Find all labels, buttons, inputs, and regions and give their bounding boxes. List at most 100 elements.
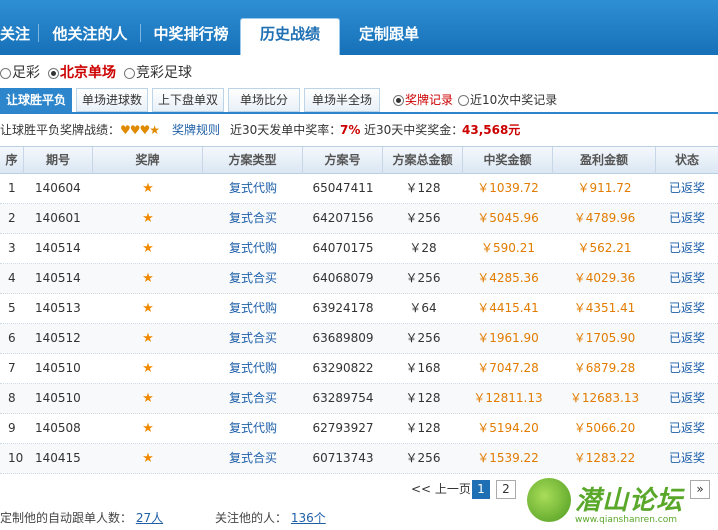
cell-status[interactable]: 已返奖 — [656, 294, 718, 323]
cell-total: ￥256 — [405, 271, 441, 285]
table-row: 4 140514 ★ 复式合买 64068079 ￥256 ￥4285.36 ￥4029.36… — [0, 264, 718, 294]
cell-status[interactable]: 已返奖 — [656, 264, 718, 293]
radio-icon[interactable] — [458, 94, 469, 106]
cell-status[interactable]: 已返奖 — [656, 444, 718, 473]
cell-plan-no[interactable]: 63289754 — [303, 384, 383, 413]
col-index: 序 — [0, 147, 24, 174]
cell-plan-no[interactable]: 60713743 — [303, 444, 383, 473]
cell-plan-type[interactable]: 复式合买 — [203, 204, 303, 233]
cell-profit: ￥1283.22 — [573, 451, 636, 465]
cell-status[interactable]: 已返奖 — [656, 384, 718, 413]
page-button-current[interactable]: 1 — [472, 480, 490, 499]
cell-issue: 140514 — [35, 241, 81, 255]
table-row: 2 140601 ★ 复式合买 64207156 ￥256 ￥5045.96 ￥4789.96… — [0, 204, 718, 234]
tab-ranking[interactable]: 中奖排行榜 — [146, 18, 236, 55]
cell-plan-type[interactable]: 复式代购 — [203, 174, 303, 203]
watermark: 潜山论坛 www.qianshanren.com — [527, 478, 718, 530]
subtab-goals[interactable]: 单场进球数 — [76, 88, 148, 112]
cell-plan-type[interactable]: 复式代购 — [203, 354, 303, 383]
record-option-recent[interactable]: 近10次中奖记录 — [458, 91, 557, 109]
subtab-score[interactable]: 单场比分 — [228, 88, 300, 112]
col-plan-type: 方案类型 — [203, 147, 303, 174]
cell-plan-no[interactable]: 64068079 — [303, 264, 383, 293]
cell-index: 4 — [8, 271, 16, 285]
cell-plan-type[interactable]: 复式代购 — [203, 294, 303, 323]
cell-index: 2 — [8, 211, 16, 225]
cell-plan-no[interactable]: 64207156 — [303, 204, 383, 233]
cell-index: 8 — [8, 391, 16, 405]
cell-issue: 140510 — [35, 391, 81, 405]
cell-status[interactable]: 已返奖 — [656, 204, 718, 233]
table-row: 10 140415 ★ 复式合买 60713743 ￥256 ￥1539.22 ￥1283.2… — [0, 444, 718, 474]
cell-status[interactable]: 已返奖 — [656, 174, 718, 203]
cell-prize: ￥590.21 — [481, 241, 535, 255]
radio-checked-icon[interactable] — [48, 67, 59, 79]
radio-icon[interactable] — [124, 67, 135, 79]
col-plan-no: 方案号 — [303, 147, 383, 174]
cell-profit: ￥12683.13 — [569, 391, 640, 405]
record-option-medals[interactable]: 奖牌记录 — [393, 91, 453, 109]
follower-link[interactable]: 136个 — [291, 511, 326, 525]
auto-follow-count: 定制他的自动跟单人数： 27人 — [0, 509, 163, 527]
cell-status[interactable]: 已返奖 — [656, 234, 718, 263]
cell-prize: ￥1961.90 — [477, 331, 539, 345]
cell-issue: 140514 — [35, 271, 81, 285]
forum-logo-icon — [527, 478, 571, 522]
radio-icon[interactable] — [0, 67, 11, 79]
tab-custom-follow[interactable]: 定制跟单 — [344, 18, 434, 55]
summary-prefix: 让球胜平负奖牌战绩： — [0, 123, 121, 137]
cell-index: 10 — [8, 451, 24, 465]
auto-follow-link[interactable]: 27人 — [136, 511, 163, 525]
prev-page-link[interactable]: << 上一页 — [411, 479, 471, 499]
cell-plan-type[interactable]: 复式代购 — [203, 414, 303, 443]
medal-star-icon: ★ — [142, 391, 154, 406]
medal-record-table: 序 期号 奖牌 方案类型 方案号 方案总金额 中奖金额 盈利金额 状态 1 140… — [0, 146, 718, 474]
cell-status[interactable]: 已返奖 — [656, 354, 718, 383]
lottery-option[interactable]: 足彩 — [0, 62, 40, 84]
radio-checked-icon[interactable] — [393, 94, 404, 106]
col-profit: 盈利金额 — [553, 147, 656, 174]
cell-plan-no[interactable]: 63290822 — [303, 354, 383, 383]
win-rate-value: 7% — [340, 123, 361, 137]
lottery-option[interactable]: 竞彩足球 — [124, 62, 192, 84]
cell-prize: ￥5194.20 — [477, 421, 539, 435]
table-row: 5 140513 ★ 复式代购 63924178 ￥64 ￥4415.41 ￥4351.41 已… — [0, 294, 718, 324]
cell-prize: ￥1539.22 — [477, 451, 539, 465]
cell-total: ￥128 — [405, 391, 441, 405]
cell-plan-type[interactable]: 复式合买 — [203, 264, 303, 293]
cell-status[interactable]: 已返奖 — [656, 414, 718, 443]
lottery-option-selected[interactable]: 北京单场 — [48, 62, 116, 84]
medal-star-icon: ★ — [142, 451, 154, 466]
tab-follow[interactable]: 关注 — [0, 18, 30, 55]
cell-total: ￥256 — [405, 451, 441, 465]
bonus-label: 近30天中奖奖金： — [364, 123, 464, 137]
cell-profit: ￥6879.28 — [573, 361, 636, 375]
cell-plan-type[interactable]: 复式合买 — [203, 384, 303, 413]
cell-plan-no[interactable]: 65047411 — [303, 174, 383, 203]
cell-plan-no[interactable]: 64070175 — [303, 234, 383, 263]
cell-status[interactable]: 已返奖 — [656, 324, 718, 353]
subtab-half-full[interactable]: 单场半全场 — [304, 88, 380, 112]
cell-prize: ￥5045.96 — [477, 211, 539, 225]
cell-issue: 140513 — [35, 301, 81, 315]
cell-plan-no[interactable]: 62793927 — [303, 414, 383, 443]
cell-plan-no[interactable]: 63689809 — [303, 324, 383, 353]
auto-follow-label: 定制他的自动跟单人数： — [0, 511, 133, 525]
cell-plan-no[interactable]: 63924178 — [303, 294, 383, 323]
cell-prize: ￥1039.72 — [477, 181, 539, 195]
cell-plan-type[interactable]: 复式代购 — [203, 234, 303, 263]
subtab-odd-even[interactable]: 上下盘单双 — [152, 88, 224, 112]
medal-rules-link[interactable]: 奖牌规则 — [172, 120, 220, 140]
watermark-title: 潜山论坛 — [575, 486, 684, 516]
table-row: 6 140512 ★ 复式合买 63689809 ￥256 ￥1961.90 ￥1705.90… — [0, 324, 718, 354]
cell-plan-type[interactable]: 复式合买 — [203, 324, 303, 353]
record-option-label: 奖牌记录 — [405, 93, 454, 107]
page-button[interactable]: 2 — [496, 480, 516, 499]
table-row: 9 140508 ★ 复式代购 62793927 ￥128 ￥5194.20 ￥5066.20… — [0, 414, 718, 444]
tab-followed-users[interactable]: 他关注的人 — [44, 18, 136, 55]
subtab-handicap[interactable]: 让球胜平负 — [0, 88, 72, 112]
top-tab-bar: 关注 他关注的人 中奖排行榜 历史战绩 定制跟单 — [0, 0, 718, 55]
cell-plan-type[interactable]: 复式合买 — [203, 444, 303, 473]
table-row: 8 140510 ★ 复式合买 63289754 ￥128 ￥12811.13 ￥12683.… — [0, 384, 718, 414]
tab-history[interactable]: 历史战绩 — [240, 18, 340, 55]
